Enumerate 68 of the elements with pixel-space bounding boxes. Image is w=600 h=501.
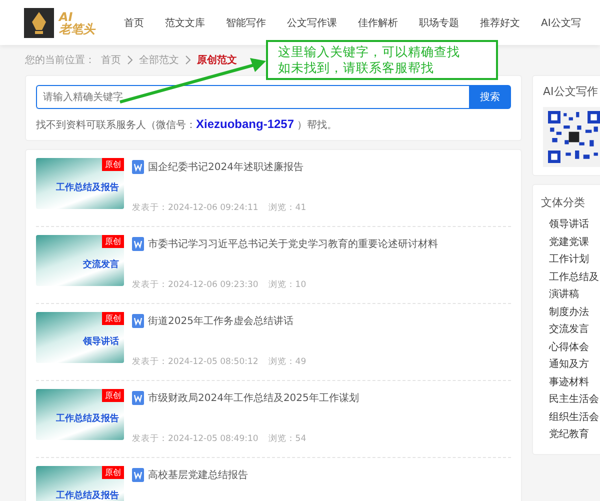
category-link[interactable]: 民主生活会 (541, 391, 600, 408)
nav-link[interactable]: AI公文写 (541, 16, 581, 30)
original-badge: 原创 (102, 312, 124, 325)
article-title[interactable]: 市委书记学习习近平总书记关于党史学习教育的重要论述研讨材料 (148, 237, 438, 251)
nav-link[interactable]: 推荐好文 (480, 16, 520, 30)
word-document-icon (132, 314, 144, 328)
article-thumbnail[interactable]: 原创 工作总结及报告 (36, 466, 124, 501)
category-link[interactable]: 党纪教育 (541, 426, 600, 444)
original-badge: 原创 (102, 389, 124, 402)
nav-link[interactable]: 公文写作课 (287, 16, 337, 30)
nav-link[interactable]: 智能写作 (226, 16, 266, 30)
article-title[interactable]: 市级财政局2024年工作总结及2025年工作谋划 (148, 391, 359, 405)
original-badge: 原创 (102, 466, 124, 479)
category-title: 文体分类 (541, 195, 586, 210)
publish-date: 发表于：2024-12-06 09:24:11 (132, 202, 258, 214)
category-link[interactable]: 工作计划 (541, 251, 600, 268)
category-link[interactable]: 交流发言 (541, 321, 600, 338)
original-badge: 原创 (102, 235, 124, 248)
pen-nib-icon (24, 8, 54, 38)
annotation-text: 如未找到，请联系客服帮找 (278, 60, 435, 76)
category-link[interactable]: 制度办法 (541, 304, 600, 321)
nav-link[interactable]: 首页 (124, 16, 144, 30)
article-title[interactable]: 国企纪委书记2024年述职述廉报告 (148, 160, 304, 174)
article-thumbnail[interactable]: 原创 领导讲话 (36, 312, 124, 363)
word-document-icon (132, 468, 144, 482)
article-thumbnail[interactable]: 原创 工作总结及报告 (36, 158, 124, 209)
original-badge: 原创 (102, 158, 124, 171)
word-document-icon (132, 160, 144, 174)
category-link[interactable]: 通知及方 (541, 356, 600, 374)
article-thumbnail[interactable]: 原创 交流发言 (36, 235, 124, 286)
breadcrumb-prefix: 您的当前位置： (25, 54, 95, 67)
thumbnail-label: 交流发言 (83, 258, 119, 271)
article-thumbnail[interactable]: 原创 工作总结及报告 (36, 389, 124, 440)
thumbnail-label: 工作总结及报告 (56, 412, 119, 425)
thumbnail-label: 工作总结及报告 (56, 181, 119, 194)
view-count: 浏览：49 (268, 356, 306, 368)
chevron-icon (185, 55, 191, 65)
qr-card-title: AI公文写作 (543, 84, 599, 99)
category-link[interactable]: 工作总结及 (541, 268, 600, 286)
breadcrumb-current: 原创范文 (197, 54, 237, 67)
contact-hint: 找不到资料可联系服务人（微信号：Xiezuobang-1257 ）帮找。 (36, 117, 338, 132)
word-document-icon (132, 237, 144, 251)
category-link[interactable]: 组织生活会 (541, 408, 600, 426)
category-link[interactable]: 心得体会 (541, 338, 600, 356)
category-link[interactable]: 事迹材料 (541, 374, 600, 391)
category-link[interactable]: 党建党课 (541, 234, 600, 251)
publish-date: 发表于：2024-12-06 09:23:30 (132, 279, 258, 291)
category-link[interactable]: 领导讲话 (541, 216, 600, 234)
nav-link[interactable]: 范文文库 (165, 16, 205, 30)
thumbnail-label: 工作总结及报告 (56, 489, 119, 501)
logo-name: 老笔头 (59, 22, 95, 34)
search-field[interactable]: 请输入精确关键字 (36, 85, 469, 109)
logo-text: AI (59, 10, 73, 22)
category-link[interactable]: 演讲稿 (541, 286, 600, 304)
view-count: 浏览：41 (268, 202, 306, 214)
nav-link[interactable]: 佳作解析 (358, 16, 398, 30)
thumbnail-label: 领导讲话 (83, 335, 119, 348)
view-count: 浏览：10 (268, 279, 306, 291)
word-document-icon (132, 391, 144, 405)
publish-date: 发表于：2024-12-05 08:49:10 (132, 433, 258, 445)
chevron-icon (127, 55, 133, 65)
view-count: 浏览：54 (268, 433, 306, 445)
article-title[interactable]: 街道2025年工作务虚会总结讲话 (148, 314, 294, 328)
search-button[interactable]: 搜索 (469, 85, 511, 109)
publish-date: 发表于：2024-12-05 08:50:12 (132, 356, 258, 368)
article-title[interactable]: 高校基层党建总结报告 (148, 468, 248, 482)
annotation-text: 这里输入关键字，可以精确查找 (278, 44, 461, 60)
nav-link[interactable]: 职场专题 (419, 16, 459, 30)
